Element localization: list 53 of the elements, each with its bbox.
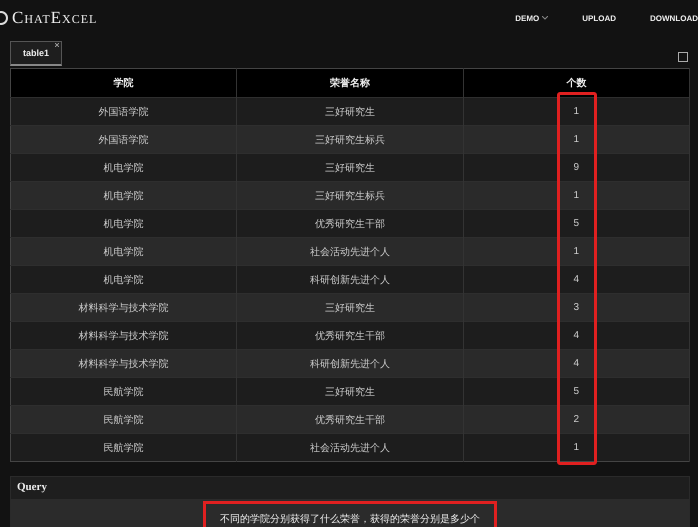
column-header: 个数: [463, 68, 690, 98]
table-cell: 材料科学与技术学院: [10, 350, 237, 378]
column-header: 荣誉名称: [236, 68, 464, 98]
table-cell: 民航学院: [10, 406, 237, 434]
table-cell: 1: [463, 126, 690, 154]
table-cell: 机电学院: [10, 154, 237, 182]
table-cell: 3: [463, 294, 690, 322]
table-cell: 优秀研究生干部: [236, 322, 464, 350]
table-cell: 三好研究生: [236, 294, 464, 322]
table-cell: 社会活动先进个人: [236, 434, 464, 462]
table-cell: 三好研究生: [236, 378, 464, 406]
table-cell: 外国语学院: [10, 98, 237, 126]
table-cell: 三好研究生标兵: [236, 126, 464, 154]
nav-link[interactable]: DOWNLOAD: [616, 14, 698, 22]
table-cell: 1: [463, 182, 690, 210]
square-icon[interactable]: [678, 52, 688, 62]
table-cell: 2: [463, 406, 690, 434]
caret-icon: [542, 16, 548, 20]
nav-link[interactable]: DEMO: [481, 14, 548, 22]
table-cell: 民航学院: [10, 378, 237, 406]
table-cell: 机电学院: [10, 266, 237, 294]
query-text: 不同的学院分别获得了什么荣誉，获得的荣誉分别是多少个: [203, 501, 497, 527]
table-cell: 社会活动先进个人: [236, 238, 464, 266]
nav-link[interactable]: UPLOAD: [548, 14, 616, 22]
table-cell: 4: [463, 266, 690, 294]
table-cell: 优秀研究生干部: [236, 406, 464, 434]
app-logo: ChatExcel: [12, 8, 98, 28]
table-cell: 5: [463, 210, 690, 238]
query-field[interactable]: 不同的学院分别获得了什么荣誉，获得的荣誉分别是多少个: [11, 499, 689, 527]
table-cell: 1: [463, 434, 690, 462]
table-cell: 9: [463, 154, 690, 182]
table-cell: 4: [463, 350, 690, 378]
query-label: Query: [16, 481, 48, 495]
table-cell: 机电学院: [10, 238, 237, 266]
close-icon[interactable]: [55, 43, 60, 47]
table-cell: 三好研究生: [236, 154, 464, 182]
table-cell: 三好研究生标兵: [236, 182, 464, 210]
table-cell: 科研创新先进个人: [236, 266, 464, 294]
table-cell: 机电学院: [10, 182, 237, 210]
table-cell: 外国语学院: [10, 126, 237, 154]
table-cell: 三好研究生: [236, 98, 464, 126]
table-cell: 1: [463, 238, 690, 266]
table-cell: 材料科学与技术学院: [10, 294, 237, 322]
table-cell: 1: [463, 98, 690, 126]
table-cell: 4: [463, 322, 690, 350]
table-cell: 材料科学与技术学院: [10, 322, 237, 350]
table-cell: 优秀研究生干部: [236, 210, 464, 238]
table-cell: 科研创新先进个人: [236, 350, 464, 378]
sheet-tab[interactable]: table1: [10, 41, 62, 66]
table-cell: 机电学院: [10, 210, 237, 238]
table-cell: 5: [463, 378, 690, 406]
table-cell: 民航学院: [10, 434, 237, 462]
column-header: 学院: [10, 68, 237, 98]
